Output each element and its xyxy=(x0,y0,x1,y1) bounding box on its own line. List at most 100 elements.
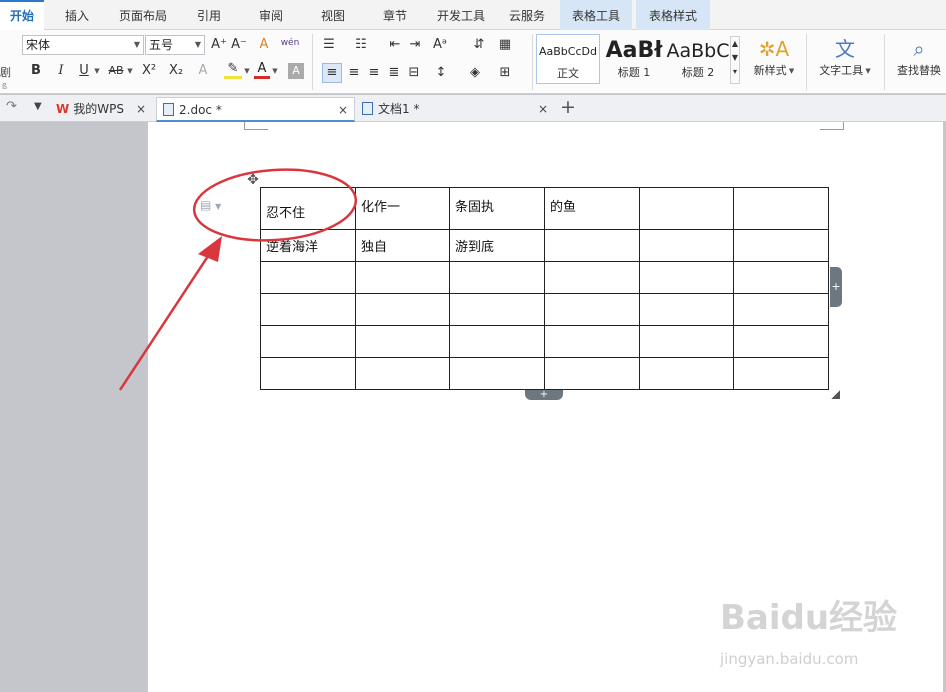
table-cell[interactable]: 游到底 xyxy=(449,229,545,262)
tab-chapter[interactable]: 章节 xyxy=(370,0,420,30)
font-size-select[interactable]: 五号 ▼ xyxy=(145,35,205,55)
tab-developer[interactable]: 开发工具 xyxy=(430,0,492,30)
table-cell[interactable] xyxy=(733,325,829,358)
doc-tab-my-wps[interactable]: W 我的WPS × xyxy=(52,97,152,122)
chevron-down-icon[interactable]: ▼ xyxy=(271,61,279,81)
phonetic-guide-button[interactable]: wén xyxy=(278,33,302,53)
table-cell[interactable]: 的鱼 xyxy=(544,187,640,230)
find-replace-button[interactable]: ⌕ 查找替换 xyxy=(892,34,946,78)
table-cell[interactable]: 条固执 xyxy=(449,187,545,230)
table-cell[interactable] xyxy=(639,325,734,358)
numbered-list-icon[interactable]: ☷ xyxy=(352,35,370,55)
table-cell[interactable] xyxy=(449,325,545,358)
font-color-button[interactable]: A xyxy=(254,61,270,79)
border-icon[interactable]: ⊞ xyxy=(496,63,514,83)
line-spacing-icon[interactable]: ↕ xyxy=(432,63,450,83)
distributed-align-icon[interactable]: ⊟ xyxy=(405,63,423,83)
table-cell[interactable] xyxy=(544,229,640,262)
table-move-handle-icon[interactable]: ✥ xyxy=(245,172,261,188)
table-cell[interactable]: 化作一 xyxy=(355,187,450,230)
tab-insert[interactable]: 插入 xyxy=(52,0,102,30)
increase-indent-icon[interactable]: ⇥ xyxy=(406,35,424,55)
table-cell[interactable] xyxy=(260,293,356,326)
chevron-down-icon[interactable]: ▼ xyxy=(126,61,134,81)
add-column-button[interactable]: + xyxy=(830,267,842,307)
close-icon[interactable]: × xyxy=(538,97,548,121)
table-cell[interactable] xyxy=(449,293,545,326)
table-cell[interactable] xyxy=(355,325,450,358)
tab-list-dropdown-icon[interactable]: ▼ xyxy=(34,101,42,112)
text-tools-button[interactable]: 文 文字工具 ▼ xyxy=(814,34,876,78)
close-icon[interactable]: × xyxy=(136,97,146,121)
table-cell[interactable]: 独自 xyxy=(355,229,450,262)
table-cell[interactable] xyxy=(639,229,734,262)
table-insert-icon[interactable]: ▦ xyxy=(496,35,514,55)
clear-format-button[interactable]: A xyxy=(255,35,273,55)
bullet-list-icon[interactable]: ☰ xyxy=(320,35,338,55)
align-center-icon[interactable]: ≡ xyxy=(345,63,363,83)
highlight-button[interactable]: ✎ xyxy=(224,61,242,79)
paint-bucket-icon[interactable]: ◈ xyxy=(466,63,484,83)
style-heading-2[interactable]: AaBbC 标题 2 xyxy=(666,34,730,84)
justify-icon[interactable]: ≣ xyxy=(385,63,403,83)
tab-cloud[interactable]: 云服务 xyxy=(500,0,554,30)
tab-view[interactable]: 视图 xyxy=(308,0,358,30)
strikethrough-button[interactable]: AB xyxy=(105,61,127,81)
superscript-button[interactable]: X² xyxy=(138,61,160,81)
table-cell[interactable] xyxy=(639,357,734,390)
chevron-down-icon[interactable]: ▼ xyxy=(243,61,251,81)
font-name-select[interactable]: 宋体 ▼ xyxy=(22,35,144,55)
table-cell[interactable] xyxy=(544,325,640,358)
table-cell[interactable] xyxy=(639,187,734,230)
table-cell[interactable] xyxy=(733,261,829,294)
tab-review[interactable]: 审阅 xyxy=(246,0,296,30)
text-effect-button[interactable]: A xyxy=(195,61,211,81)
style-normal[interactable]: AaBbCcDd 正文 xyxy=(536,34,600,84)
table-cell[interactable] xyxy=(260,261,356,294)
tab-page-layout[interactable]: 页面布局 xyxy=(108,0,178,30)
paste-options-button[interactable]: ▤ ▼ xyxy=(200,198,221,212)
table-cell[interactable] xyxy=(544,293,640,326)
tab-table-style[interactable]: 表格样式 xyxy=(636,0,710,30)
table-cell[interactable] xyxy=(733,293,829,326)
subscript-button[interactable]: X₂ xyxy=(165,61,187,81)
underline-button[interactable]: U xyxy=(76,61,92,81)
style-heading-1[interactable]: AaBł 标题 1 xyxy=(602,34,666,84)
table-cell[interactable] xyxy=(355,261,450,294)
text-direction-icon[interactable]: Aᵃ xyxy=(430,35,450,55)
shrink-font-button[interactable]: A⁻ xyxy=(230,35,248,55)
table-cell[interactable] xyxy=(260,357,356,390)
tab-table-tools[interactable]: 表格工具 xyxy=(560,0,632,30)
doc-tab-2doc[interactable]: 2.doc * × xyxy=(156,97,355,122)
add-row-button[interactable]: + xyxy=(525,390,563,400)
chevron-down-icon[interactable]: ▼ xyxy=(93,61,101,81)
table-cell[interactable] xyxy=(733,357,829,390)
character-shading-button[interactable]: A xyxy=(288,63,304,79)
table-cell[interactable] xyxy=(733,229,829,262)
table-cell[interactable] xyxy=(639,261,734,294)
align-left-icon[interactable]: ≡ xyxy=(322,63,342,83)
new-tab-button[interactable]: + xyxy=(560,96,576,118)
table-cell[interactable] xyxy=(733,187,829,230)
doc-tab-doc1[interactable]: 文档1 * × xyxy=(356,97,554,122)
table-cell[interactable] xyxy=(260,325,356,358)
table-cell[interactable] xyxy=(639,293,734,326)
redo-icon[interactable]: ↷ xyxy=(6,99,17,114)
bold-button[interactable]: B xyxy=(28,61,44,81)
new-style-button[interactable]: ✲A 新样式 ▼ xyxy=(746,34,802,78)
table-cell[interactable] xyxy=(355,293,450,326)
table-cell[interactable] xyxy=(355,357,450,390)
italic-button[interactable]: I xyxy=(53,61,69,81)
styles-scroll[interactable]: ▲ ▼ ▾ xyxy=(730,36,740,84)
sort-icon[interactable]: ⇵ xyxy=(470,35,488,55)
table-cell[interactable]: 忍不住 xyxy=(260,187,356,230)
table-cell[interactable] xyxy=(449,357,545,390)
table-cell[interactable] xyxy=(544,357,640,390)
tab-home[interactable]: 开始 xyxy=(0,0,44,30)
table-resize-handle[interactable] xyxy=(831,390,840,399)
align-right-icon[interactable]: ≡ xyxy=(365,63,383,83)
table-cell[interactable]: 逆着海洋 xyxy=(260,229,356,262)
grow-font-button[interactable]: A⁺ xyxy=(210,35,228,55)
word-table[interactable]: 忍不住 化作一 条固执 的鱼逆着海洋 独自 游到底 xyxy=(260,187,829,390)
decrease-indent-icon[interactable]: ⇤ xyxy=(386,35,404,55)
